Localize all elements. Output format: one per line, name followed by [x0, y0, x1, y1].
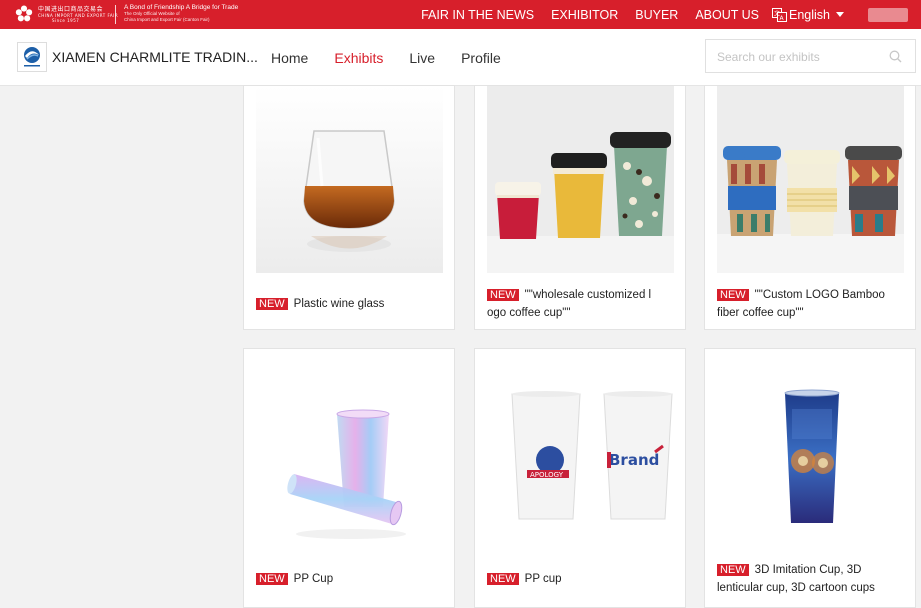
logo-chinese-name: 中国进出口商品交易会 — [38, 6, 104, 13]
user-avatar[interactable] — [868, 7, 908, 22]
nav-buyer[interactable]: BUYER — [635, 8, 678, 22]
tab-home[interactable]: Home — [271, 50, 308, 66]
product-card[interactable]: NEW ""wholesale customized l ogo coffee c… — [474, 85, 686, 330]
canton-fair-flower-icon[interactable] — [15, 5, 33, 23]
product-card[interactable]: APOLOGY Brand NEW PP cup — [474, 348, 686, 608]
search-input[interactable] — [715, 49, 879, 65]
search-icon[interactable] — [889, 50, 902, 63]
new-badge: NEW — [256, 298, 288, 310]
product-caption[interactable]: NEW Plastic wine glass — [256, 295, 442, 313]
tab-exhibits[interactable]: Exhibits — [334, 50, 383, 66]
wine-glass-image — [256, 86, 443, 273]
product-caption[interactable]: NEW PP cup — [487, 570, 673, 588]
chevron-down-icon — [836, 12, 844, 17]
product-card[interactable]: NEW Plastic wine glass — [243, 85, 455, 330]
top-bar: 中国进出口商品交易会 CHINA IMPORT AND EXPORT FAIR … — [0, 0, 921, 29]
product-image[interactable]: APOLOGY Brand — [487, 362, 674, 549]
new-badge: NEW — [717, 289, 749, 301]
logo-since: Since 1957 — [52, 18, 80, 23]
company-logo-icon — [24, 47, 40, 67]
product-caption[interactable]: NEW ""Custom LOGO Bamboo fiber coffee cup… — [717, 286, 903, 322]
product-caption[interactable]: NEW PP Cup — [256, 570, 442, 588]
exhibitor-header: XIAMEN CHARMLITE TRADIN... Home Exhibits… — [0, 29, 921, 86]
svg-text:Brand: Brand — [609, 451, 659, 469]
logo-divider — [115, 5, 116, 24]
product-caption[interactable]: NEW 3D Imitation Cup, 3D lenticular cup, … — [717, 561, 903, 597]
new-badge: NEW — [717, 564, 749, 576]
product-name: Plastic wine glass — [293, 298, 385, 310]
language-label: English — [789, 7, 830, 22]
search-box — [705, 39, 916, 73]
svg-text:APOLOGY: APOLOGY — [530, 471, 564, 479]
new-badge: NEW — [256, 573, 288, 585]
slogan-line: A Bond of Friendship A Bridge for Trade — [124, 4, 239, 11]
product-card[interactable]: NEW ""Custom LOGO Bamboo fiber coffee cup… — [704, 85, 916, 330]
slogan-sub-line: China Import and Export Fair (Canton Fai… — [124, 17, 210, 22]
product-image[interactable] — [717, 349, 904, 536]
product-name: PP Cup — [293, 573, 334, 585]
white-printed-cups-image: APOLOGY Brand — [487, 362, 674, 549]
company-name[interactable]: XIAMEN CHARMLITE TRADIN... — [52, 49, 258, 65]
lenticular-cup-image — [717, 349, 904, 536]
translate-icon: 文 A — [772, 7, 787, 22]
nav-exhibitor[interactable]: EXHIBITOR — [551, 8, 618, 22]
language-selector[interactable]: 文 A English — [772, 7, 844, 22]
slogan: A Bond of Friendship A Bridge for Trade … — [124, 4, 238, 23]
nav-fair-in-the-news[interactable]: FAIR IN THE NEWS — [421, 8, 534, 22]
product-image[interactable] — [256, 86, 443, 273]
new-badge: NEW — [487, 289, 519, 301]
bamboo-cups-image — [717, 86, 904, 273]
company-logo[interactable] — [17, 42, 47, 72]
product-card[interactable]: NEW 3D Imitation Cup, 3D lenticular cup, … — [704, 348, 916, 608]
new-badge: NEW — [487, 573, 519, 585]
product-image[interactable] — [256, 362, 443, 549]
product-caption[interactable]: NEW ""wholesale customized l ogo coffee c… — [487, 286, 673, 322]
tab-profile[interactable]: Profile — [461, 50, 501, 66]
product-name: PP cup — [524, 573, 562, 585]
top-navigation: FAIR IN THE NEWS EXHIBITOR BUYER ABOUT U… — [404, 0, 921, 29]
coffee-cups-image — [487, 86, 674, 273]
product-card[interactable]: NEW PP Cup — [243, 348, 455, 608]
iridescent-cups-image — [256, 362, 443, 549]
tab-live[interactable]: Live — [409, 50, 435, 66]
product-image[interactable] — [487, 86, 674, 273]
product-image[interactable] — [717, 86, 904, 273]
exhibitor-navigation: Home Exhibits Live Profile — [271, 50, 527, 66]
canton-fair-logo-text[interactable]: 中国进出口商品交易会 CHINA IMPORT AND EXPORT FAIR … — [38, 6, 118, 23]
nav-about-us[interactable]: ABOUT US — [695, 8, 759, 22]
